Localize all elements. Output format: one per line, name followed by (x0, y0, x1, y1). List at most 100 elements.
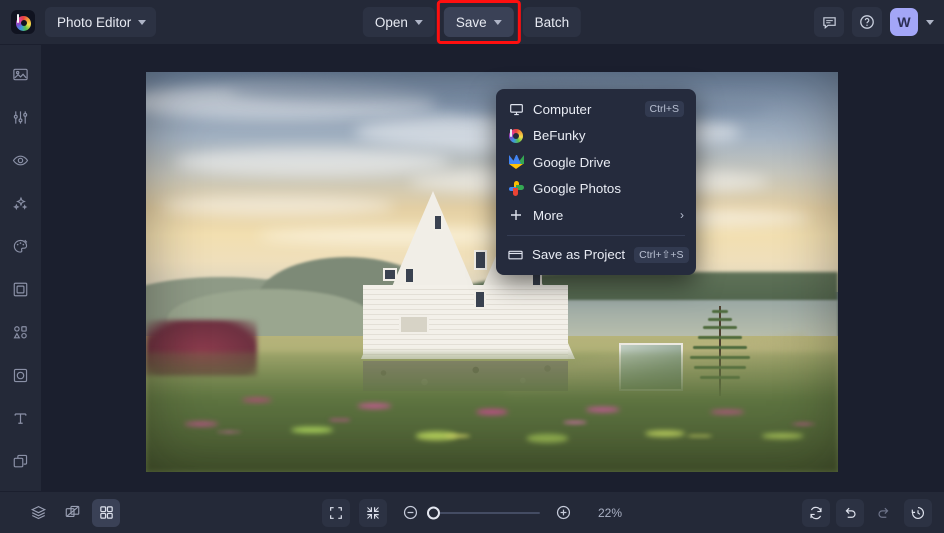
save-menu-item-computer[interactable]: Computer Ctrl+S (496, 96, 696, 123)
sidebar-item-image-manager[interactable] (6, 59, 36, 89)
sidebar-item-graphics[interactable] (6, 317, 36, 347)
layers-stack-icon (30, 506, 46, 520)
brand-logo-button[interactable] (0, 0, 45, 45)
zoom-controls: 22% (321, 498, 623, 527)
sliders-icon (13, 110, 28, 124)
save-menu-item-label: Save as Project (532, 247, 626, 263)
zoom-slider[interactable] (426, 506, 540, 519)
save-button-label: Save (455, 14, 487, 30)
redo-arrow-icon (878, 507, 889, 518)
account-chevron-down-icon[interactable] (926, 19, 934, 25)
google-photos-icon (508, 181, 524, 197)
open-button-label: Open (374, 14, 408, 30)
reset-circular-arrow-icon (810, 506, 822, 519)
zoom-slider-knob[interactable] (426, 506, 440, 519)
save-menu-item-label: BeFunky (533, 128, 586, 144)
save-menu-item-google-photos[interactable]: Google Photos (496, 176, 696, 203)
save-menu-item-save-as-project[interactable]: Save as Project Ctrl+⇧+S (496, 242, 696, 269)
befunky-logo-icon (508, 128, 524, 143)
zoom-out-button[interactable] (396, 499, 424, 527)
grid-view-button[interactable] (92, 498, 120, 527)
save-menu-item-label: Google Photos (533, 181, 621, 197)
save-menu-item-befunky[interactable]: BeFunky (496, 123, 696, 150)
grid-four-icon (99, 506, 113, 519)
collapse-corners-icon (367, 506, 379, 519)
history-clock-icon (911, 506, 924, 519)
photo-canvas[interactable] (146, 72, 838, 472)
sparkles-icon (13, 196, 28, 210)
image-icon (13, 68, 28, 80)
redo-button[interactable] (870, 499, 898, 527)
save-menu-item-more[interactable]: More › (496, 202, 696, 229)
monitor-icon (508, 102, 524, 117)
batch-button[interactable]: Batch (522, 7, 582, 37)
chevron-down-icon (493, 19, 502, 25)
sidebar-item-layers[interactable] (6, 446, 36, 476)
chevron-down-icon (138, 19, 147, 25)
chevron-down-icon (414, 19, 423, 25)
save-menu-item-shortcut: Ctrl+⇧+S (634, 246, 689, 263)
save-menu-item-label: More (533, 207, 564, 223)
avatar[interactable]: W (890, 8, 918, 36)
canvas-area[interactable] (42, 45, 944, 491)
save-button-wrapper: Save (436, 0, 521, 44)
compare-split-icon (65, 505, 79, 518)
open-button[interactable]: Open (362, 7, 435, 37)
layers-panel-button[interactable] (24, 499, 52, 527)
photo-editor-app: Photo Editor Open Save Batch W Computer … (0, 0, 944, 533)
save-menu-item-label: Computer (533, 101, 592, 117)
view-mode-group (24, 498, 120, 527)
account-actions: W (814, 7, 934, 37)
sidebar-item-edit[interactable] (6, 102, 36, 132)
tools-sidebar (0, 45, 42, 491)
photo-flower-bed-front (146, 392, 838, 472)
undo-button[interactable] (836, 498, 864, 527)
sidebar-item-overlays[interactable] (6, 360, 36, 390)
editor-body: Computer Ctrl+S BeFunky Google Drive Goo… (0, 45, 944, 491)
primary-actions: Open Save Batch (362, 0, 582, 44)
reset-button[interactable] (802, 498, 830, 527)
overlay-icon (13, 368, 28, 382)
menu-divider (507, 234, 685, 236)
fit-to-screen-button[interactable] (321, 498, 350, 527)
befunky-logo-icon (10, 10, 35, 34)
mode-switcher-label: Photo Editor (57, 14, 132, 30)
shrink-to-fit-button[interactable] (358, 498, 387, 527)
sidebar-item-touch-up[interactable] (6, 145, 36, 175)
history-button[interactable] (904, 498, 932, 527)
save-menu-item-label: Google Drive (533, 154, 611, 170)
chat-bubble-icon (822, 16, 836, 29)
zoom-level-label: 22% (597, 505, 623, 520)
sidebar-item-frames[interactable] (6, 274, 36, 304)
folder-icon (508, 247, 523, 262)
eye-icon (12, 155, 29, 165)
save-dropdown-menu: Computer Ctrl+S BeFunky Google Drive Goo… (496, 89, 696, 275)
palette-icon (13, 239, 28, 253)
save-menu-item-google-drive[interactable]: Google Drive (496, 149, 696, 176)
chevron-right-icon: › (680, 208, 684, 223)
question-mark-circle-icon (860, 15, 874, 29)
plus-icon (508, 208, 524, 222)
compare-button[interactable] (58, 499, 86, 527)
sidebar-item-text[interactable] (6, 403, 36, 433)
save-button[interactable]: Save (443, 7, 514, 37)
history-controls (802, 498, 932, 527)
layers-stack-icon (13, 454, 28, 467)
minus-circle-icon (403, 505, 417, 520)
sidebar-item-artsy[interactable] (6, 231, 36, 261)
avatar-initial: W (897, 14, 911, 30)
sidebar-item-ai-effects[interactable] (6, 188, 36, 218)
shapes-icon (13, 325, 27, 338)
expand-corners-icon (330, 506, 342, 519)
top-toolbar: Photo Editor Open Save Batch W (0, 0, 944, 45)
batch-button-label: Batch (534, 14, 570, 30)
mode-switcher-photo-editor[interactable]: Photo Editor (45, 7, 157, 37)
plus-circle-icon (556, 505, 570, 520)
feedback-button[interactable] (814, 7, 844, 37)
google-drive-icon (508, 155, 524, 170)
undo-arrow-icon (845, 507, 856, 518)
frame-icon (13, 282, 28, 296)
save-menu-item-shortcut: Ctrl+S (644, 101, 684, 118)
help-button[interactable] (852, 7, 882, 37)
zoom-in-button[interactable] (549, 499, 577, 527)
